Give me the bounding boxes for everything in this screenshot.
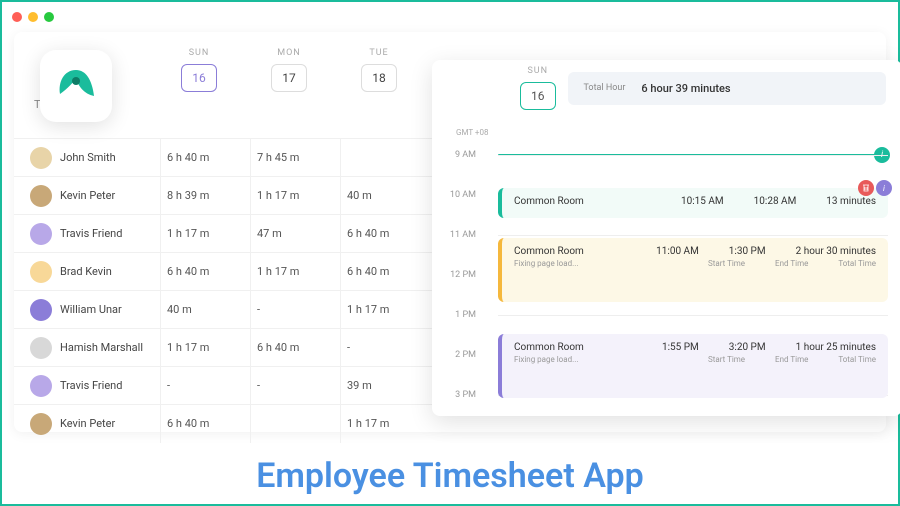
avatar bbox=[30, 375, 52, 397]
event-sublabel: Start Time bbox=[708, 259, 745, 268]
summary-label: Total Hour bbox=[584, 83, 626, 93]
event-end: 3:20 PM bbox=[729, 342, 766, 353]
avatar bbox=[30, 147, 52, 169]
day-label: MON bbox=[244, 48, 334, 58]
event-sublabel: Total Time bbox=[838, 355, 876, 364]
timezone-label: GMT +08 bbox=[456, 128, 488, 137]
event-sublabel: End Time bbox=[775, 259, 808, 268]
time-cell: 1 h 17 m bbox=[340, 405, 430, 443]
time-cell: 1 h 17 m bbox=[250, 253, 340, 291]
event-title: Common Room bbox=[514, 246, 626, 257]
time-cell: 1 h 17 m bbox=[160, 329, 250, 367]
day-number[interactable]: 18 bbox=[361, 64, 397, 92]
day-column[interactable]: MON 17 bbox=[244, 48, 334, 92]
event-duration: 13 minutes bbox=[826, 196, 876, 207]
event-block[interactable]: Common Room10:15 AM10:28 AM13 minutesi bbox=[498, 188, 888, 218]
detail-header: SUN 16 Total Hour 6 hour 39 minutes bbox=[432, 60, 900, 116]
employee-name: Kevin Peter bbox=[60, 189, 160, 202]
time-cell: 6 h 40 m bbox=[340, 253, 430, 291]
event-sublabel: Fixing page load... bbox=[514, 355, 678, 364]
day-number[interactable]: 16 bbox=[181, 64, 217, 92]
day-label: SUN bbox=[154, 48, 244, 58]
time-cell bbox=[250, 405, 340, 443]
hour-label: 3 PM bbox=[444, 390, 484, 400]
time-cell: 1 h 17 m bbox=[250, 177, 340, 215]
summary-value: 6 hour 39 minutes bbox=[641, 82, 730, 95]
hour-label: 11 AM bbox=[444, 230, 484, 240]
time-cell: 8 h 39 m bbox=[160, 177, 250, 215]
time-cell: 6 h 40 m bbox=[340, 215, 430, 253]
event-end: 1:30 PM bbox=[729, 246, 766, 257]
time-cell: 6 h 40 m bbox=[250, 329, 340, 367]
hour-line bbox=[498, 315, 888, 316]
time-cell: 40 m bbox=[160, 291, 250, 329]
employee-name: Travis Friend bbox=[60, 227, 160, 240]
employee-name: William Unar bbox=[60, 303, 160, 316]
time-cell: - bbox=[160, 367, 250, 405]
avatar bbox=[30, 337, 52, 359]
day-column[interactable]: TUE 18 bbox=[334, 48, 424, 92]
hour-label: 1 PM bbox=[444, 310, 484, 320]
time-cell bbox=[340, 139, 430, 177]
hour-label: 12 PM bbox=[444, 270, 484, 280]
employee-name: Kevin Peter bbox=[60, 417, 160, 430]
day-detail-window: SUN 16 Total Hour 6 hour 39 minutes GMT … bbox=[432, 60, 900, 416]
maximize-dot[interactable] bbox=[44, 12, 54, 22]
employee-name: Brad Kevin bbox=[60, 265, 160, 278]
hour-line bbox=[498, 155, 888, 156]
close-dot[interactable] bbox=[12, 12, 22, 22]
total-hour-summary: Total Hour 6 hour 39 minutes bbox=[568, 72, 887, 105]
event-duration: 2 hour 30 minutes bbox=[796, 246, 876, 257]
event-block[interactable]: Common Room 11:00 AM 1:30 PM 2 hour 30 minu… bbox=[498, 238, 888, 302]
event-title: Common Room bbox=[514, 342, 632, 353]
detail-day-label: SUN bbox=[520, 66, 556, 76]
time-cell: - bbox=[250, 291, 340, 329]
hour-label: 9 AM bbox=[444, 150, 484, 160]
time-cell: 1 h 17 m bbox=[340, 291, 430, 329]
time-cell: 40 m bbox=[340, 177, 430, 215]
time-cell: 39 m bbox=[340, 367, 430, 405]
delete-icon[interactable] bbox=[858, 180, 874, 196]
detail-day-number[interactable]: 16 bbox=[520, 82, 556, 110]
day-label: TUE bbox=[334, 48, 424, 58]
day-number[interactable]: 17 bbox=[271, 64, 307, 92]
window-controls bbox=[12, 12, 54, 22]
time-cell: 1 h 17 m bbox=[160, 215, 250, 253]
time-cell: - bbox=[250, 367, 340, 405]
event-start: 1:55 PM bbox=[662, 342, 699, 353]
event-sublabel: End Time bbox=[775, 355, 808, 364]
employee-name: Hamish Marshall bbox=[60, 341, 160, 354]
avatar bbox=[30, 413, 52, 435]
event-end: 10:28 AM bbox=[754, 196, 797, 207]
event-sublabel: Total Time bbox=[838, 259, 876, 268]
time-cell: 6 h 40 m bbox=[160, 139, 250, 177]
time-cell: 6 h 40 m bbox=[160, 405, 250, 443]
page-caption: Employee Timesheet App bbox=[2, 456, 898, 496]
event-start: 10:15 AM bbox=[681, 196, 724, 207]
time-cell: - bbox=[340, 329, 430, 367]
employee-name: Travis Friend bbox=[60, 379, 160, 392]
avatar bbox=[30, 223, 52, 245]
employee-name: John Smith bbox=[60, 151, 160, 164]
event-duration: 1 hour 25 minutes bbox=[796, 342, 876, 353]
time-cell: 7 h 45 m bbox=[250, 139, 340, 177]
timeline: 9 AM 10 AM 11 AM 12 PM 1 PM 2 PM 3 PM Common Ro… bbox=[444, 144, 900, 416]
avatar bbox=[30, 185, 52, 207]
event-sublabel: Fixing page load... bbox=[514, 259, 678, 268]
event-title: Common Room bbox=[514, 196, 651, 207]
app-logo bbox=[40, 50, 112, 122]
event-sublabel: Start Time bbox=[708, 355, 745, 364]
avatar bbox=[30, 299, 52, 321]
time-cell: 47 m bbox=[250, 215, 340, 253]
day-column[interactable]: SUN 16 bbox=[154, 48, 244, 92]
hour-label: 10 AM bbox=[444, 190, 484, 200]
minimize-dot[interactable] bbox=[28, 12, 38, 22]
hour-line bbox=[498, 235, 888, 236]
event-start: 11:00 AM bbox=[656, 246, 699, 257]
time-cell: 6 h 40 m bbox=[160, 253, 250, 291]
event-block[interactable]: Common Room 1:55 PM 3:20 PM 1 hour 25 minut… bbox=[498, 334, 888, 398]
avatar bbox=[30, 261, 52, 283]
info-icon[interactable]: i bbox=[876, 180, 892, 196]
hour-label: 2 PM bbox=[444, 350, 484, 360]
